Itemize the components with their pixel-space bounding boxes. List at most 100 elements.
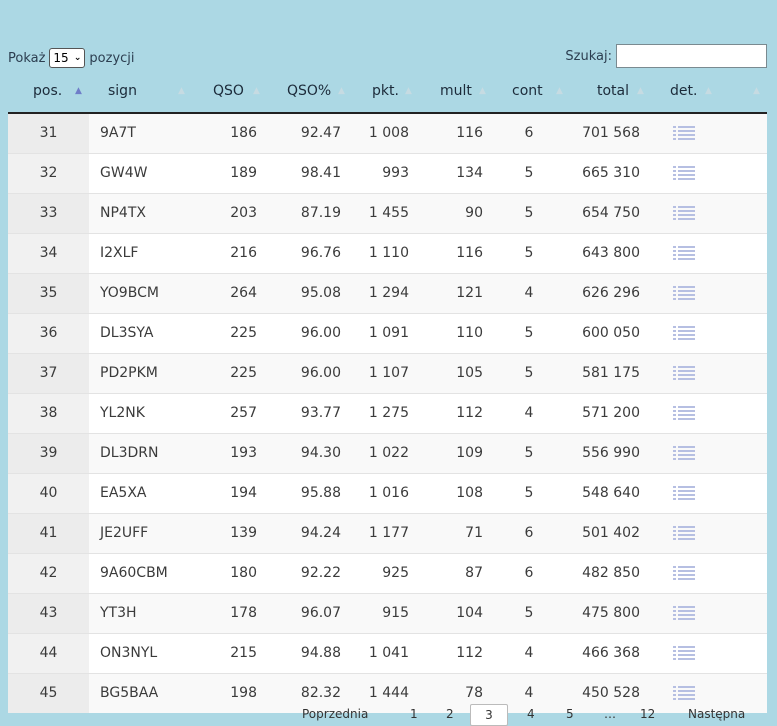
cell-total: 501 402 (582, 525, 640, 541)
sort-icon[interactable]: ▲ (556, 70, 563, 112)
sort-icon[interactable]: ▲ (405, 70, 412, 112)
page-length-control: Pokaż 15 ⌄ pozycji (8, 48, 135, 68)
cell-total: 654 750 (582, 205, 640, 221)
cell-pkt: 1 041 (368, 645, 409, 661)
cell-mult: 87 (465, 565, 483, 581)
details-list-icon[interactable] (673, 606, 695, 621)
details-list-icon[interactable] (673, 166, 695, 181)
cell-sign: DL3DRN (100, 445, 159, 461)
column-header-sign[interactable]: sign (108, 70, 137, 112)
cell-total: 548 640 (582, 485, 640, 501)
table-header: pos. ▲ sign ▲︎ QSO ▲ QSO% ▲ pkt. ▲ mult … (8, 70, 767, 114)
page-button[interactable]: 1 (410, 707, 418, 721)
cell-sign: DL3SYA (100, 325, 154, 341)
table-controls: Pokaż 15 ⌄ pozycji Szukaj: (8, 44, 767, 70)
details-list-icon[interactable] (673, 686, 695, 701)
details-list-icon[interactable] (673, 446, 695, 461)
column-header-qso-pct[interactable]: QSO% (287, 70, 331, 112)
details-list-icon[interactable] (673, 206, 695, 221)
cell-mult: 90 (465, 205, 483, 221)
column-header-qso[interactable]: QSO (213, 70, 244, 112)
details-list-icon[interactable] (673, 246, 695, 261)
cell-mult: 105 (456, 365, 483, 381)
cell-sign: PD2PKM (100, 365, 158, 381)
page-button[interactable]: 2 (446, 707, 454, 721)
column-header-pkt[interactable]: pkt. (372, 70, 399, 112)
column-header-cont[interactable]: cont (512, 70, 543, 112)
cell-qso: 189 (230, 165, 257, 181)
cell-pkt: 915 (382, 605, 409, 621)
sort-icon[interactable]: ▲ (705, 70, 712, 112)
search-label: Szukaj: (565, 48, 612, 64)
cell-cont: 5 (524, 485, 534, 501)
cell-pos: 36 (39, 325, 58, 341)
cell-qso-pct: 98.41 (300, 165, 341, 181)
table-row: 32 GW4W 189 98.41 993 134 5 665 310 (8, 153, 767, 193)
page-size-select[interactable]: 15 ⌄ (49, 48, 86, 68)
sort-icon[interactable]: ▲ (479, 70, 486, 112)
cell-sign: YL2NK (100, 405, 145, 421)
cell-sign: EA5XA (100, 485, 147, 501)
column-header-det[interactable]: det. (670, 70, 697, 112)
cell-pkt: 1 107 (368, 365, 409, 381)
cell-qso-pct: 95.88 (300, 485, 341, 501)
details-list-icon[interactable] (673, 486, 695, 501)
details-list-icon[interactable] (673, 326, 695, 341)
cell-total: 475 800 (582, 605, 640, 621)
details-list-icon[interactable] (673, 286, 695, 301)
cell-pkt: 1 177 (368, 525, 409, 541)
details-list-icon[interactable] (673, 646, 695, 661)
current-page-button[interactable]: 3 (470, 704, 508, 726)
details-list-icon[interactable] (673, 566, 695, 581)
column-header-pos[interactable]: pos. (33, 70, 62, 112)
cell-cont: 5 (524, 165, 534, 181)
cell-sign: YO9BCM (100, 285, 159, 301)
cell-qso: 186 (230, 125, 257, 141)
cell-qso: 194 (230, 485, 257, 501)
sort-icon[interactable]: ▲︎ (178, 70, 185, 112)
cell-qso-pct: 96.00 (300, 365, 341, 381)
cell-qso-pct: 94.24 (300, 525, 341, 541)
cell-pos: 35 (39, 285, 58, 301)
cell-cont: 5 (524, 245, 534, 261)
sort-asc-icon[interactable]: ▲ (75, 70, 82, 112)
cell-pkt: 1 008 (368, 125, 409, 141)
cell-sign: 9A60CBM (100, 565, 168, 581)
column-header-mult[interactable]: mult (440, 70, 472, 112)
cell-cont: 5 (524, 605, 534, 621)
cell-mult: 134 (456, 165, 483, 181)
cell-pos: 38 (39, 405, 58, 421)
cell-pos: 41 (39, 525, 58, 541)
sort-icon[interactable]: ▲ (338, 70, 345, 112)
page-button[interactable]: 5 (566, 707, 574, 721)
sort-icon[interactable]: ▲ (637, 70, 644, 112)
sort-icon[interactable]: ▲ (753, 70, 760, 112)
cell-pkt: 1 022 (368, 445, 409, 461)
table-body: 31 9A7T 186 92.47 1 008 116 6 701 568 32 GW4W 189 9… (8, 114, 767, 713)
sort-icon[interactable]: ▲ (253, 70, 260, 112)
cell-sign: 9A7T (100, 125, 136, 141)
cell-total: 665 310 (582, 165, 640, 181)
details-list-icon[interactable] (673, 406, 695, 421)
cell-pkt: 1 110 (368, 245, 409, 261)
cell-pkt: 1 091 (368, 325, 409, 341)
cell-mult: 112 (456, 405, 483, 421)
table-row: 38 YL2NK 257 93.77 1 275 112 4 571 200 (8, 393, 767, 433)
details-list-icon[interactable] (673, 526, 695, 541)
table-row: 36 DL3SYA 225 96.00 1 091 110 5 600 050 (8, 313, 767, 353)
column-header-total[interactable]: total (597, 70, 629, 112)
details-list-icon[interactable] (673, 126, 695, 141)
details-list-icon[interactable] (673, 366, 695, 381)
next-page-button[interactable]: Następna (688, 707, 745, 721)
previous-page-button[interactable]: Poprzednia (302, 707, 368, 721)
cell-pos: 37 (39, 365, 58, 381)
cell-qso-pct: 92.47 (300, 125, 341, 141)
page-button[interactable]: 12 (640, 707, 655, 721)
cell-qso-pct: 95.08 (300, 285, 341, 301)
cell-mult: 110 (456, 325, 483, 341)
cell-cont: 4 (524, 645, 534, 661)
cell-cont: 5 (524, 205, 534, 221)
cell-sign: I2XLF (100, 245, 139, 261)
page-button[interactable]: 4 (527, 707, 535, 721)
search-input[interactable] (616, 44, 767, 68)
